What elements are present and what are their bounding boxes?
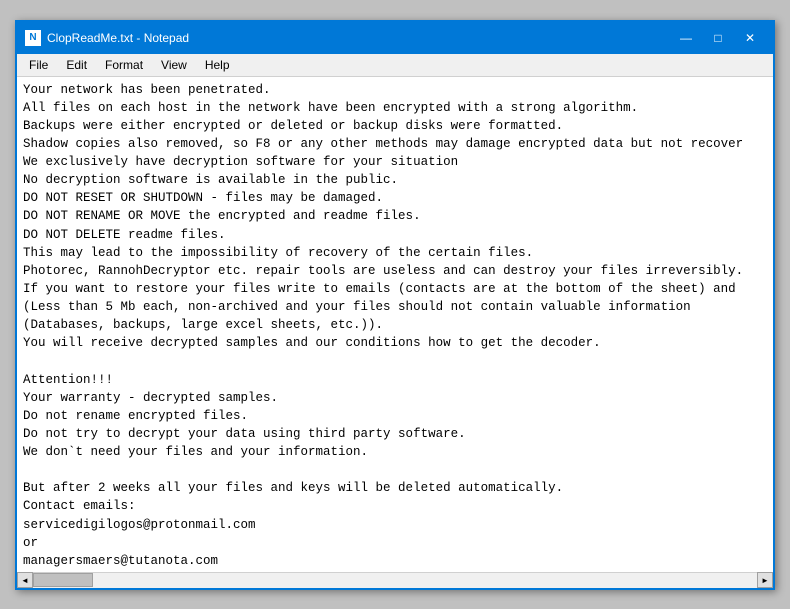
app-icon: N [25,30,41,46]
scroll-thumb[interactable] [33,573,93,587]
menu-edit[interactable]: Edit [58,56,95,74]
notepad-window: N ClopReadMe.txt - Notepad — □ ✕ File Ed… [15,20,775,590]
scroll-right-button[interactable]: ► [757,572,773,588]
text-area-wrapper: Your network has been penetrated. All fi… [17,77,773,588]
maximize-button[interactable]: □ [703,28,733,48]
title-bar: N ClopReadMe.txt - Notepad — □ ✕ [17,22,773,54]
menu-bar: File Edit Format View Help [17,54,773,77]
text-content[interactable]: Your network has been penetrated. All fi… [17,77,773,572]
horizontal-scrollbar: ◄ ► [17,572,773,588]
scroll-track[interactable] [33,573,757,587]
window-title: ClopReadMe.txt - Notepad [47,31,189,45]
menu-help[interactable]: Help [197,56,238,74]
menu-view[interactable]: View [153,56,195,74]
window-controls: — □ ✕ [671,28,765,48]
content-area: Your network has been penetrated. All fi… [17,77,773,588]
scroll-left-button[interactable]: ◄ [17,572,33,588]
minimize-button[interactable]: — [671,28,701,48]
menu-format[interactable]: Format [97,56,151,74]
close-button[interactable]: ✕ [735,28,765,48]
menu-file[interactable]: File [21,56,56,74]
title-bar-left: N ClopReadMe.txt - Notepad [25,30,189,46]
